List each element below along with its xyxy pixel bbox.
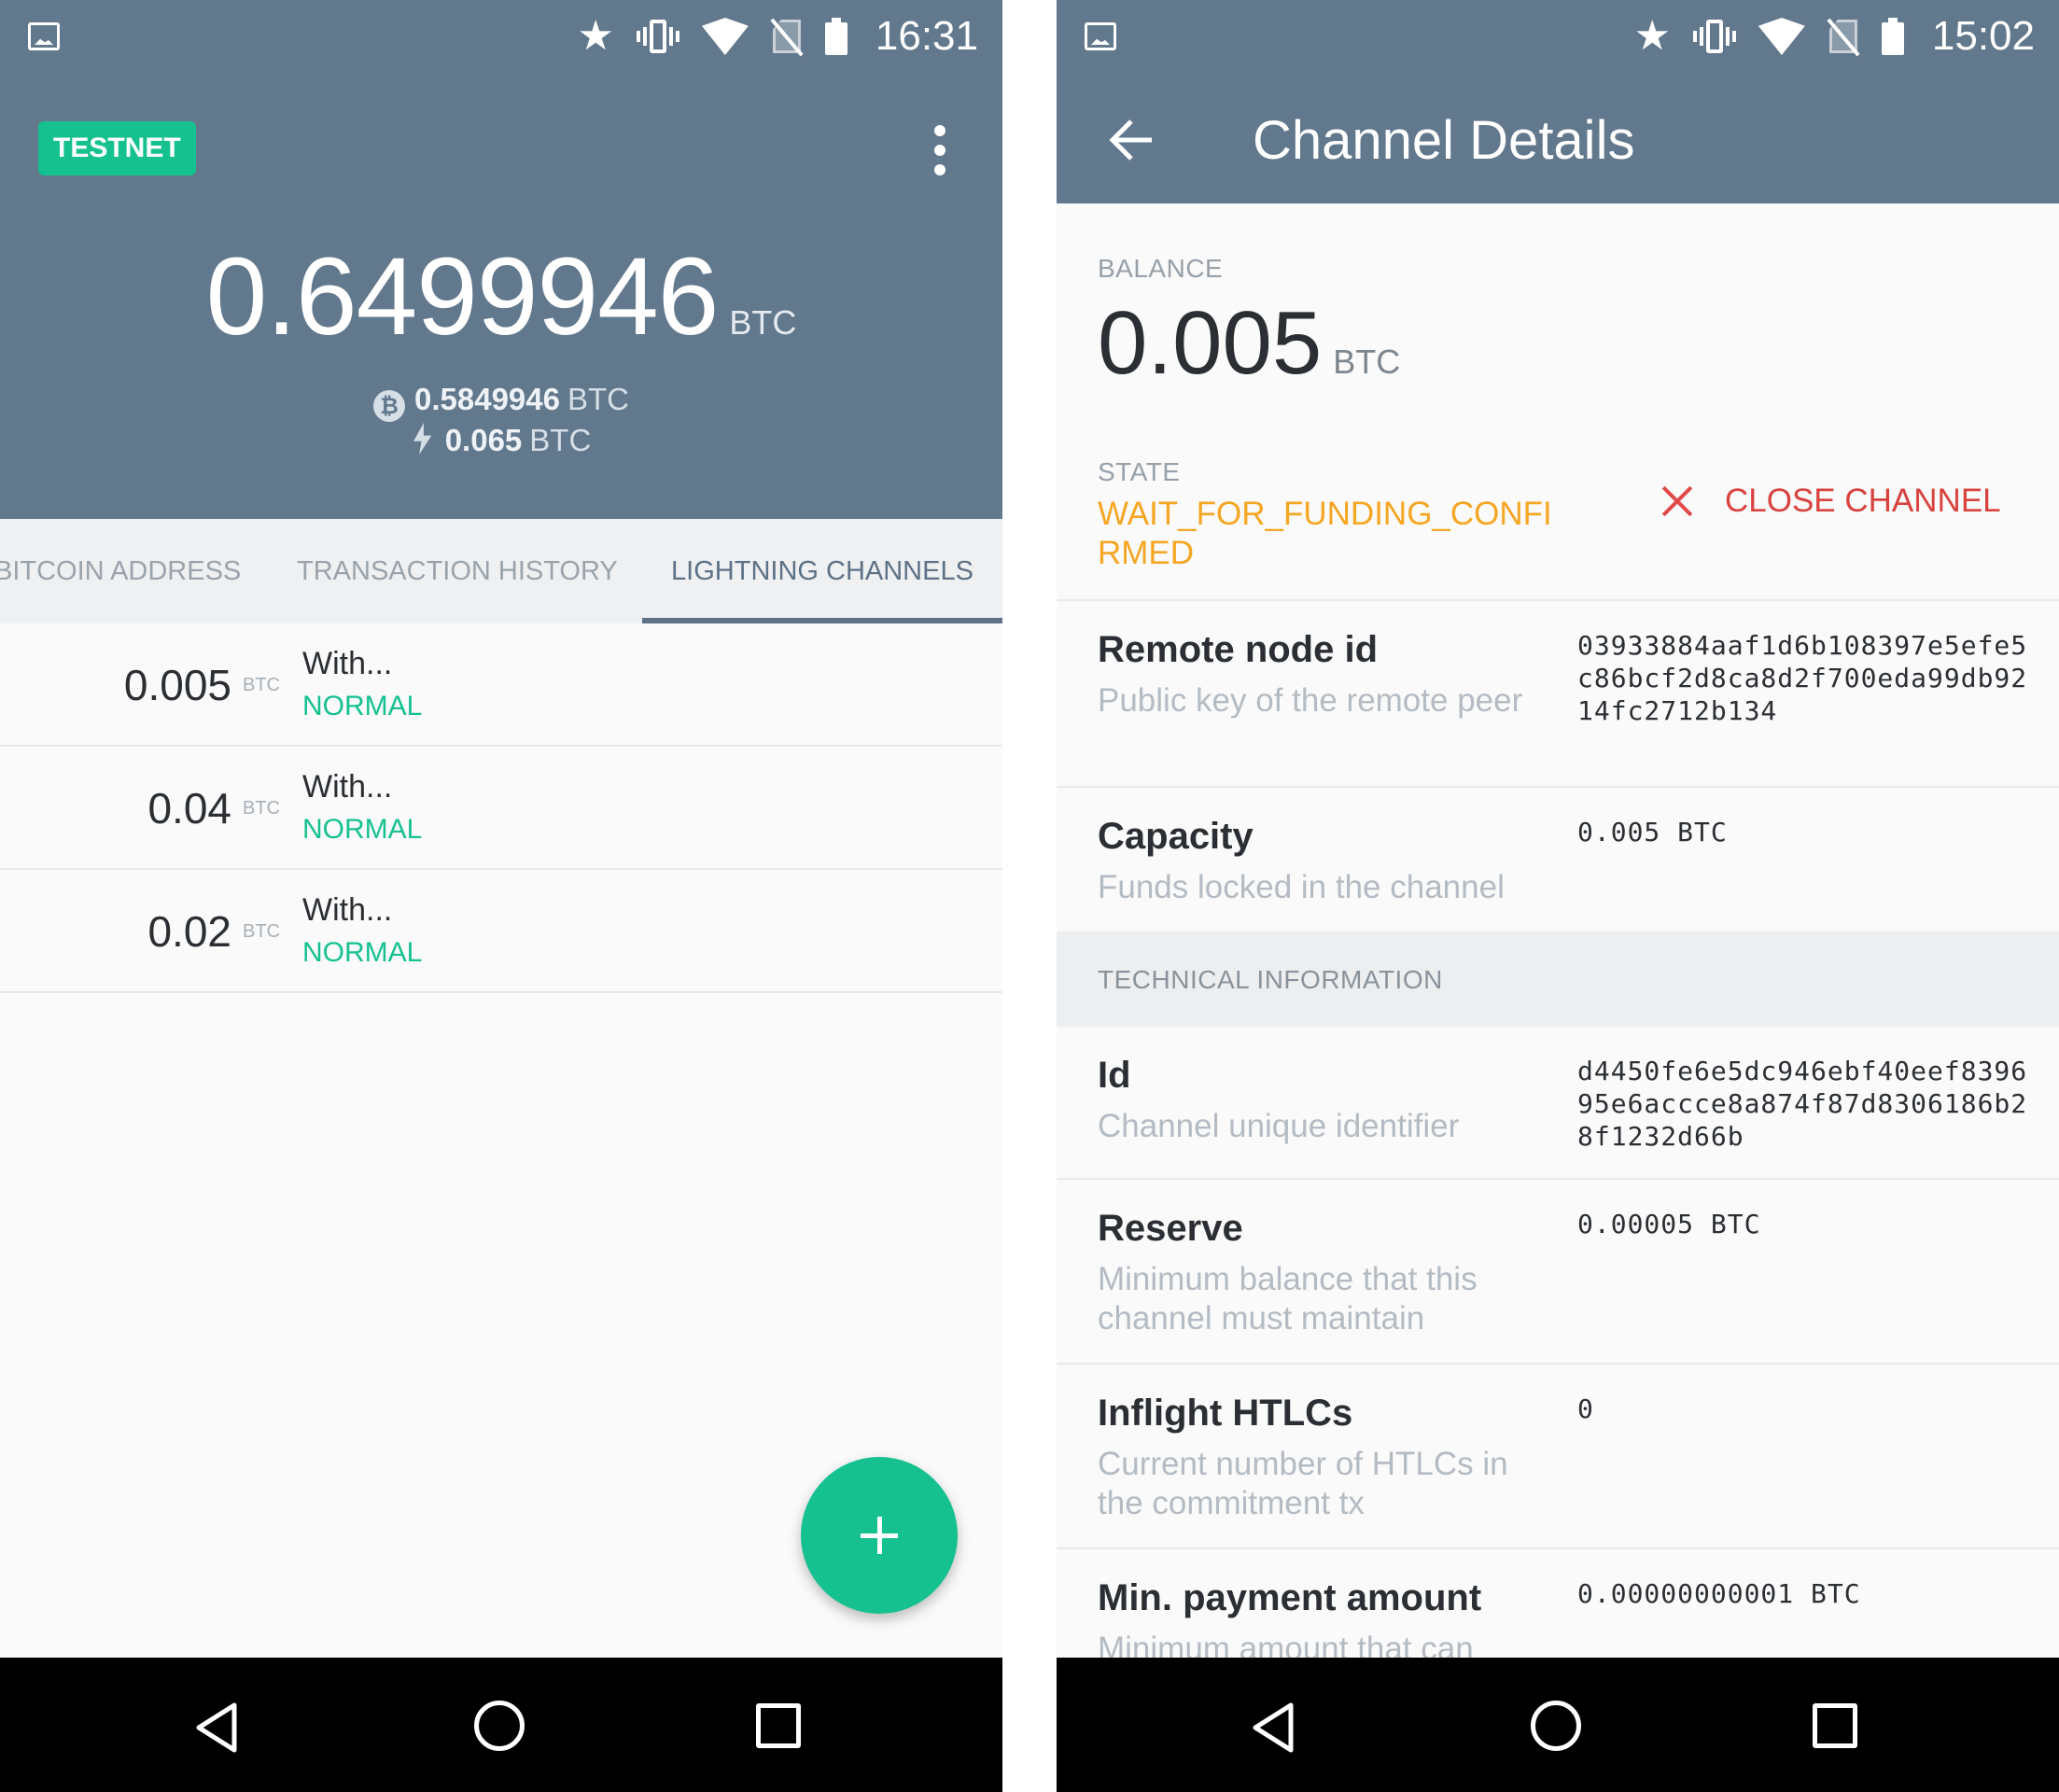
vibrate-icon: [1692, 18, 1736, 55]
image-notification-icon: [28, 22, 60, 50]
detail-description: Minimum balance that this channel must m…: [1098, 1261, 1478, 1337]
nav-back-icon[interactable]: [1250, 1701, 1296, 1754]
channel-state: NORMAL: [302, 691, 423, 721]
channel-unit: BTC: [243, 920, 280, 942]
onchain-balance: ₿ 0.5849946 BTC: [0, 381, 1002, 422]
detail-value: 0.00005 BTC: [1577, 1209, 1761, 1239]
lightning-balance-amount: 0.065: [444, 423, 523, 457]
detail-description: Public key of the remote peer: [1098, 682, 1523, 719]
channel-state: NORMAL: [302, 937, 423, 968]
status-time: 16:31: [875, 13, 978, 59]
wallet-screen: ★ 16:31 TESTNET 0.6499946 BTC ₿ 0.5849946 B…: [0, 0, 1002, 1792]
detail-value: 0.00000000001 BTC: [1577, 1578, 1861, 1609]
bitcoin-icon: ₿: [373, 390, 405, 422]
status-bar: ★ 15:02: [1057, 0, 2059, 73]
nav-recents-icon[interactable]: [1813, 1703, 1857, 1748]
detail-description: Funds locked in the channel: [1098, 869, 1505, 905]
detail-description: Current number of HTLCs in the commitmen…: [1098, 1446, 1508, 1521]
vibrate-icon: [636, 18, 679, 55]
detail-title: Capacity: [1098, 816, 1254, 857]
lightning-balance: 0.065 BTC: [0, 422, 1002, 459]
battery-icon: [1881, 18, 1904, 55]
detail-id: Id Channel unique identifier d4450fe6e5d…: [1057, 1027, 2059, 1178]
lightning-icon: [413, 423, 432, 455]
detail-inflight-htlcs: Inflight HTLCs Current number of HTLCs i…: [1057, 1363, 2059, 1547]
status-bar: ★ 16:31: [0, 0, 1002, 73]
onchain-balance-unit: BTC: [567, 382, 629, 416]
no-sim-icon: [1827, 18, 1860, 57]
status-time: 15:02: [1931, 13, 2035, 59]
app-bar: Channel Details: [1057, 73, 2059, 203]
channel-balance-amount: 0.005: [1098, 293, 1323, 393]
channel-amount: 0.04: [147, 784, 231, 833]
page-title: Channel Details: [1253, 110, 1635, 171]
star-icon: ★: [577, 12, 614, 60]
wallet-header: TESTNET 0.6499946 BTC ₿ 0.5849946 BTC 0.065…: [0, 73, 1002, 519]
state-label: STATE: [1098, 457, 1181, 486]
tab-bitcoin-address[interactable]: BITCOIN ADDRESS: [0, 519, 241, 623]
detail-title: Min. payment amount: [1098, 1577, 1482, 1618]
detail-value: d4450fe6e5dc946ebf40eef839695e6accce8a87…: [1577, 1056, 2028, 1152]
channel-peer: With...: [302, 646, 393, 681]
star-icon: ★: [1633, 12, 1671, 60]
detail-value: 03933884aaf1d6b108397e5efe5c86bcf2d8ca8d…: [1577, 630, 2028, 726]
balance-label: BALANCE: [1098, 254, 1224, 283]
nav-bar: [1057, 1658, 2059, 1792]
channel-unit: BTC: [243, 674, 280, 695]
detail-title: Reserve: [1098, 1208, 1243, 1249]
channel-list-item[interactable]: 0.005 BTC With... NORMAL: [0, 623, 1002, 747]
nav-back-icon[interactable]: [193, 1701, 240, 1754]
detail-min-payment: Min. payment amount Minimum amount that …: [1057, 1547, 2059, 1658]
detail-title: Inflight HTLCs: [1098, 1393, 1353, 1434]
channel-peer: With...: [302, 769, 393, 805]
detail-capacity: Capacity Funds locked in the channel 0.0…: [1057, 786, 2059, 931]
detail-value: 0.005 BTC: [1577, 817, 1728, 847]
tab-lightning-channels[interactable]: LIGHTNING CHANNELS: [642, 519, 1002, 623]
close-icon: [1661, 485, 1693, 517]
close-channel-label: CLOSE CHANNEL: [1725, 483, 2001, 519]
image-notification-icon: [1085, 22, 1116, 50]
detail-title: Remote node id: [1098, 629, 1379, 670]
technical-info-label: TECHNICAL INFORMATION: [1098, 965, 1443, 994]
channel-details-screen: ★ 15:02 Channel Details BALANCE 0.005 BTC…: [1057, 0, 2059, 1792]
total-balance-amount: 0.6499946: [205, 235, 720, 358]
channel-list-item[interactable]: 0.04 BTC With... NORMAL: [0, 747, 1002, 870]
channel-state-value: WAIT_FOR_FUNDING_CONFIRMED: [1098, 496, 1552, 571]
nav-recents-icon[interactable]: [756, 1703, 801, 1748]
overflow-menu-icon[interactable]: [926, 123, 954, 179]
no-sim-icon: [770, 18, 804, 57]
nav-home-icon[interactable]: [1531, 1701, 1581, 1751]
channel-peer: With...: [302, 892, 393, 928]
total-balance: 0.6499946 BTC: [0, 241, 1002, 353]
nav-home-icon[interactable]: [474, 1701, 525, 1751]
channel-state: NORMAL: [302, 814, 423, 845]
detail-title: Id: [1098, 1055, 1131, 1096]
channel-balance: 0.005 BTC: [1098, 297, 1400, 409]
lightning-balance-unit: BTC: [529, 423, 592, 457]
onchain-balance-amount: 0.5849946: [414, 382, 560, 416]
battery-icon: [824, 18, 847, 55]
testnet-badge: TESTNET: [38, 121, 196, 175]
close-channel-button[interactable]: CLOSE CHANNEL: [1661, 478, 2001, 525]
detail-reserve: Reserve Minimum balance that this channe…: [1057, 1178, 2059, 1363]
detail-description: Channel unique identifier: [1098, 1108, 1460, 1144]
channel-amount: 0.005: [123, 661, 231, 709]
channel-amount: 0.02: [147, 907, 231, 956]
technical-info-header: TECHNICAL INFORMATION: [1057, 931, 2059, 1027]
add-channel-button[interactable]: [801, 1457, 958, 1614]
nav-bar: [0, 1658, 1002, 1792]
detail-remote-node-id: Remote node id Public key of the remote …: [1057, 599, 2059, 786]
channel-balance-unit: BTC: [1333, 343, 1401, 381]
tab-bar: BITCOIN ADDRESS TRANSACTION HISTORY LIGH…: [0, 519, 1002, 623]
tab-transaction-history[interactable]: TRANSACTION HISTORY: [297, 519, 618, 623]
detail-value: 0: [1577, 1393, 1594, 1424]
back-arrow-icon[interactable]: [1107, 116, 1156, 164]
wifi-icon: [1758, 18, 1805, 55]
total-balance-unit: BTC: [729, 303, 797, 342]
detail-description: Minimum amount that can: [1098, 1631, 1474, 1658]
channel-unit: BTC: [243, 797, 280, 819]
channel-list-item[interactable]: 0.02 BTC With... NORMAL: [0, 870, 1002, 993]
wifi-icon: [701, 18, 749, 55]
